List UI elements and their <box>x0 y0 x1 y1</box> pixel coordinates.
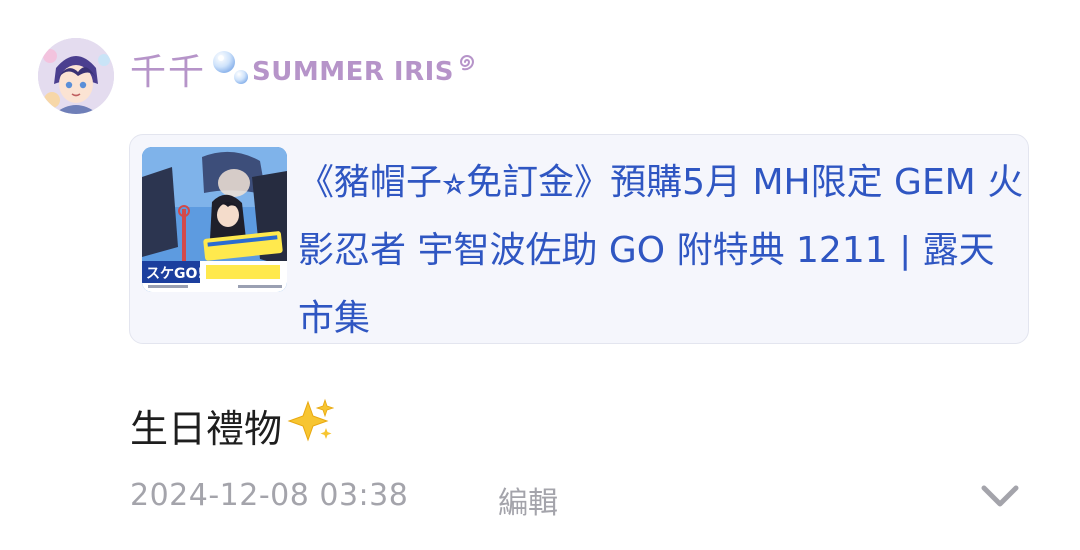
chevron-down-icon[interactable] <box>978 480 1022 512</box>
bubbles-icon <box>210 46 250 92</box>
sparkles-icon <box>286 398 335 453</box>
post-text-content: 生日禮物 <box>130 407 283 451</box>
edit-button[interactable]: 編輯 <box>498 478 558 522</box>
author-name-latin: SUMMER IRIS <box>252 57 455 87</box>
link-title[interactable]: 《豬帽子⭐︎免訂金》預購5月 MH限定 GEM 火影忍者 宇智波佐助 GO 附特… <box>298 149 1026 353</box>
link-preview-card[interactable]: スケGO! 《豬帽子⭐︎免訂金》預購5月 MH限定 GEM 火影忍者 宇智波佐助… <box>129 134 1029 344</box>
avatar-image <box>38 38 114 114</box>
author-name-prefix: 千千 <box>130 52 207 93</box>
thumbnail-banner-text: スケGO! <box>146 266 204 282</box>
author-name[interactable]: 千千 SUMMER IRIS <box>130 44 478 94</box>
post-timestamp: 2024-12-08 03:38 <box>130 478 409 513</box>
post-text: 生日禮物 <box>130 398 335 453</box>
avatar[interactable] <box>38 38 114 114</box>
link-thumbnail: スケGO! <box>142 147 287 292</box>
swirl-icon <box>456 51 478 77</box>
